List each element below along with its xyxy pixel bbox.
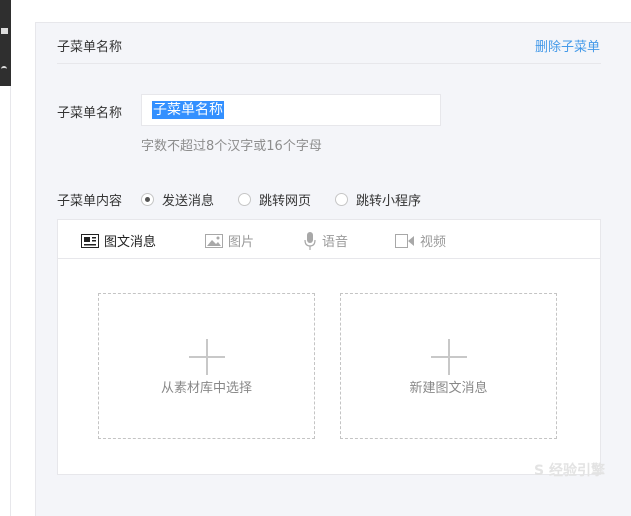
tab-image[interactable]: 图片: [205, 231, 254, 250]
tab-voice[interactable]: 语音: [303, 231, 348, 250]
card-label: 新建图文消息: [409, 381, 488, 396]
submenu-name-input[interactable]: 子菜单名称: [141, 94, 441, 126]
radio-send-message[interactable]: 发送消息: [141, 190, 214, 209]
plus-icon: [431, 339, 467, 375]
delete-submenu-link[interactable]: 删除子菜单: [535, 36, 600, 55]
news-icon: [81, 233, 99, 248]
message-editor: 图文消息 图片 语音 视频 从素材库中选择 新建图文消息: [57, 219, 601, 475]
tab-label: 视频: [420, 235, 447, 250]
tab-label: 语音: [322, 235, 349, 250]
message-type-tabs: 图文消息 图片 语音 视频: [58, 220, 600, 259]
divider: [57, 63, 601, 64]
plus-icon: [189, 339, 225, 375]
wave-icon: [1, 66, 7, 72]
new-news-message-card[interactable]: 新建图文消息: [340, 293, 557, 439]
radio-jump-miniprogram[interactable]: 跳转小程序: [335, 190, 421, 209]
tab-label: 图片: [228, 235, 255, 250]
radio-jump-webpage[interactable]: 跳转网页: [238, 190, 311, 209]
image-icon: [205, 233, 223, 248]
name-label: 子菜单名称: [57, 106, 123, 121]
select-from-library-card[interactable]: 从素材库中选择: [98, 293, 315, 439]
name-hint: 字数不超过8个汉字或16个字母: [141, 139, 322, 154]
radio-label: 发送消息: [162, 194, 215, 209]
divider: [10, 86, 11, 516]
tab-news[interactable]: 图文消息: [81, 231, 156, 250]
submenu-name-value: 子菜单名称: [152, 101, 224, 119]
panel-title: 子菜单名称: [57, 40, 123, 55]
submenu-editor-panel: 子菜单名称 删除子菜单 子菜单名称 子菜单名称 字数不超过8个汉字或16个字母 …: [35, 22, 631, 516]
watermark: S 经验引擎: [534, 463, 605, 479]
content-label: 子菜单内容: [57, 194, 123, 209]
card-label: 从素材库中选择: [160, 381, 252, 396]
radio-unchecked-icon[interactable]: [238, 193, 251, 206]
tab-label: 图文消息: [104, 235, 157, 250]
radio-label: 跳转网页: [259, 194, 312, 209]
microphone-icon: [304, 231, 316, 250]
video-icon: [395, 233, 414, 248]
radio-checked-icon[interactable]: [141, 193, 154, 206]
left-sidebar-strip: [0, 0, 11, 86]
battery-icon: [1, 28, 8, 34]
radio-unchecked-icon[interactable]: [335, 193, 348, 206]
tab-video[interactable]: 视频: [395, 231, 446, 250]
radio-label: 跳转小程序: [356, 194, 422, 209]
